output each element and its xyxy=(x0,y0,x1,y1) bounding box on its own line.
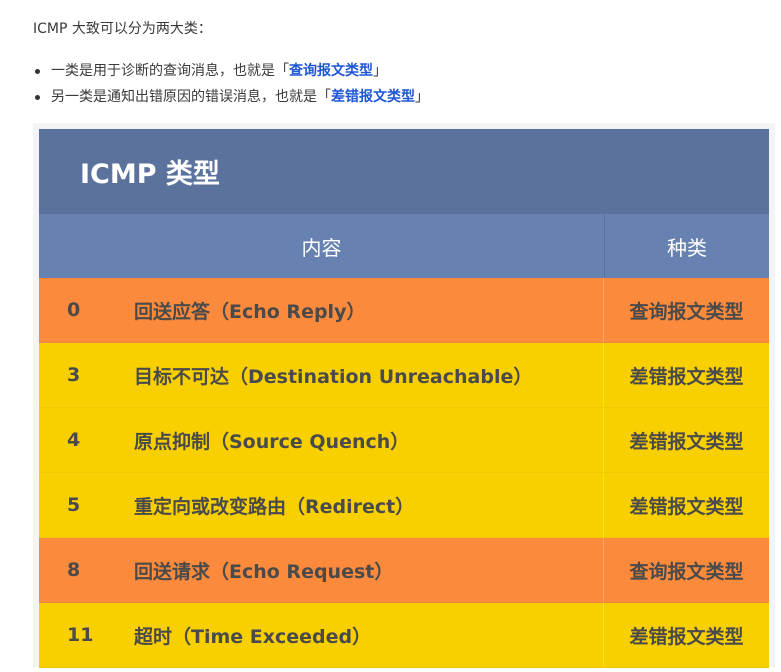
type-kind: 差错报文类型 xyxy=(629,625,744,648)
list-item: 一类是用于诊断的查询消息，也就是「查询报文类型」 xyxy=(33,60,429,86)
header-kind: 种类 xyxy=(667,235,707,260)
type-content: 原点抑制（Source Quench） xyxy=(134,408,604,472)
bullet-prefix: 另一类是通知出错原因的错误消息，也就是「 xyxy=(51,89,331,105)
table-title-bar: ICMP 类型 xyxy=(39,129,769,214)
intro-text: ICMP 大致可以分为两大类： xyxy=(33,21,212,37)
header-content: 内容 xyxy=(39,214,605,278)
category-list: 一类是用于诊断的查询消息，也就是「查询报文类型」 另一类是通知出错原因的错误消息… xyxy=(33,60,429,112)
type-kind: 差错报文类型 xyxy=(629,365,744,388)
type-number: 4 xyxy=(67,429,81,451)
type-number: 8 xyxy=(67,559,81,581)
type-content: 重定向或改变路由（Redirect） xyxy=(134,473,604,537)
type-content: 目标不可达（Destination Unreachable） xyxy=(134,343,604,407)
highlight-error-type: 差错报文类型 xyxy=(331,89,415,105)
icmp-type-figure: ICMP 类型 内容 种类 0 回送应答（Echo Reply） 查询报文类型 3 目标… xyxy=(33,123,775,668)
type-content: 回送应答（Echo Reply） xyxy=(134,278,604,342)
type-number: 11 xyxy=(67,624,94,646)
table-row: 4 原点抑制（Source Quench） 差错报文类型 xyxy=(39,408,769,473)
bullet-suffix: 」 xyxy=(373,63,387,79)
bullet-prefix: 一类是用于诊断的查询消息，也就是「 xyxy=(51,63,289,79)
type-content: 超时（Time Exceeded） xyxy=(134,603,604,667)
type-kind: 查询报文类型 xyxy=(629,300,744,323)
type-content: 回送请求（Echo Request） xyxy=(134,538,604,602)
type-number: 0 xyxy=(67,299,81,321)
table-row: 3 目标不可达（Destination Unreachable） 差错报文类型 xyxy=(39,343,769,408)
bullet-suffix: 」 xyxy=(415,89,429,105)
type-kind: 差错报文类型 xyxy=(629,430,744,453)
table-row: 8 回送请求（Echo Request） 查询报文类型 xyxy=(39,538,769,603)
table-header-row: 内容 种类 xyxy=(39,214,769,278)
table-row: 5 重定向或改变路由（Redirect） 差错报文类型 xyxy=(39,473,769,538)
type-number: 5 xyxy=(67,494,81,516)
list-item: 另一类是通知出错原因的错误消息，也就是「差错报文类型」 xyxy=(33,86,429,112)
table-body: 0 回送应答（Echo Reply） 查询报文类型 3 目标不可达（Destinatio… xyxy=(39,278,769,668)
type-kind: 差错报文类型 xyxy=(629,495,744,518)
highlight-query-type: 查询报文类型 xyxy=(289,63,373,79)
type-number: 3 xyxy=(67,364,81,386)
type-kind: 查询报文类型 xyxy=(629,560,744,583)
table-title: ICMP 类型 xyxy=(80,159,220,190)
table-row: 11 超时（Time Exceeded） 差错报文类型 xyxy=(39,603,769,668)
table-row: 0 回送应答（Echo Reply） 查询报文类型 xyxy=(39,278,769,343)
icmp-type-table: ICMP 类型 内容 种类 0 回送应答（Echo Reply） 查询报文类型 3 目标… xyxy=(39,129,769,668)
